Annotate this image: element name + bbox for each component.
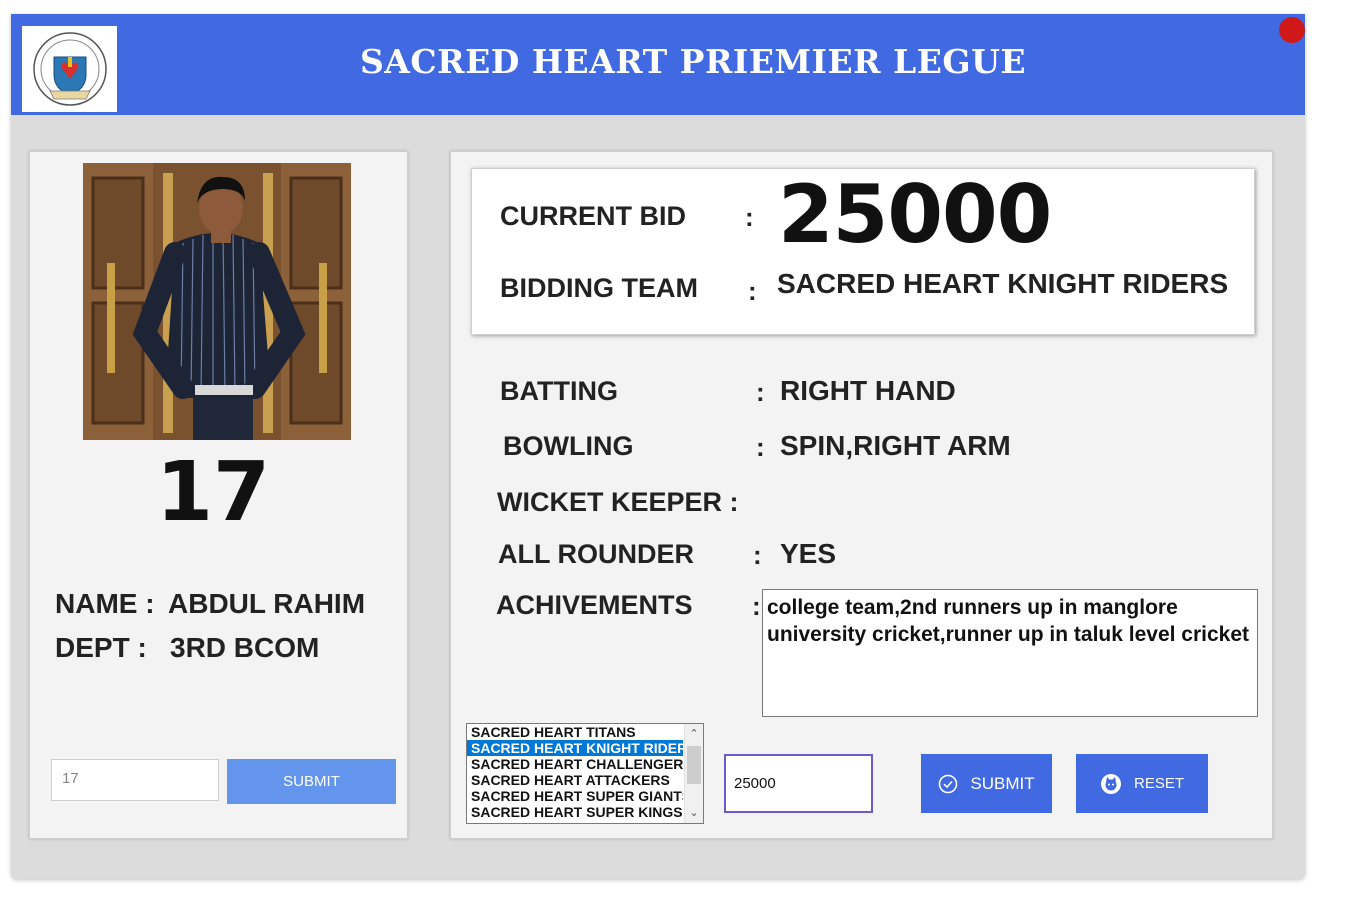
player-name: ABDUL RAHIM	[168, 588, 366, 619]
team-list-item[interactable]: SACRED HEART TITANS	[467, 724, 683, 740]
colon: :	[752, 591, 761, 621]
team-list-item[interactable]: SACRED HEART SUPER GIANTS	[467, 788, 683, 804]
header-bar: SACRED HEART PRIEMIER LEGUE	[11, 14, 1305, 115]
team-list-item-selected[interactable]: SACRED HEART KNIGHT RIDERS	[467, 740, 683, 756]
app-title: SACRED HEART PRIEMIER LEGUE	[359, 42, 1027, 81]
player-id-input[interactable]: 17	[51, 759, 219, 801]
load-player-submit-button[interactable]: SUBMIT	[227, 759, 396, 804]
chevron-up-icon[interactable]: ⌃	[685, 726, 703, 742]
achievements-label: ACHIVEMENTS	[496, 590, 693, 620]
team-listbox[interactable]: SACRED HEART TITANS SACRED HEART KNIGHT …	[466, 723, 704, 824]
all-rounder-label: ALL ROUNDER	[498, 539, 695, 569]
submit-bid-button[interactable]: SUBMIT	[921, 754, 1052, 813]
chevron-down-icon[interactable]: ⌄	[685, 805, 703, 821]
bidding-team-label: BIDDING TEAM	[500, 273, 698, 303]
submit-bid-label: SUBMIT	[970, 773, 1035, 793]
batting-value: RIGHT HAND	[780, 375, 956, 406]
team-list-item[interactable]: SACRED HEART SUPER KINGS	[467, 804, 683, 820]
player-dept-label: DEPT :	[55, 632, 147, 663]
colon: :	[753, 540, 762, 570]
colon: :	[745, 202, 754, 232]
bowling-value: SPIN,RIGHT ARM	[780, 430, 1011, 461]
reset-icon	[1100, 773, 1121, 794]
team-list-item[interactable]: SACRED HEART CHALLENGERS	[467, 756, 683, 772]
reset-label: RESET	[1133, 775, 1184, 792]
bowling-label: BOWLING	[503, 431, 634, 461]
player-number: 17	[155, 445, 271, 540]
listbox-scrollbar[interactable]: ⌃ ⌄	[684, 724, 703, 823]
bid-amount-input[interactable]: 25000	[724, 754, 873, 813]
colon: :	[756, 377, 765, 407]
player-name-label: NAME :	[55, 588, 155, 619]
reset-button[interactable]: RESET	[1076, 754, 1208, 813]
wicket-keeper-label: WICKET KEEPER :	[497, 487, 739, 517]
achievements-textbox[interactable]: college team,2nd runners up in manglore …	[762, 589, 1258, 717]
current-bid-label: CURRENT BID	[500, 201, 686, 231]
colon: :	[748, 276, 757, 306]
colon: :	[756, 432, 765, 462]
current-bid-value: 25000	[778, 168, 1052, 261]
batting-label: BATTING	[500, 376, 618, 406]
scrollbar-thumb[interactable]	[687, 746, 701, 784]
team-list-item[interactable]: SACRED HEART ATTACKERS	[467, 772, 683, 788]
player-photo	[83, 163, 351, 440]
player-dept: 3RD BCOM	[170, 632, 320, 663]
bidding-team-value: SACRED HEART KNIGHT RIDERS	[777, 268, 1229, 299]
check-circle-icon	[939, 774, 958, 793]
all-rounder-value: YES	[780, 538, 837, 569]
close-button[interactable]	[1279, 17, 1305, 43]
